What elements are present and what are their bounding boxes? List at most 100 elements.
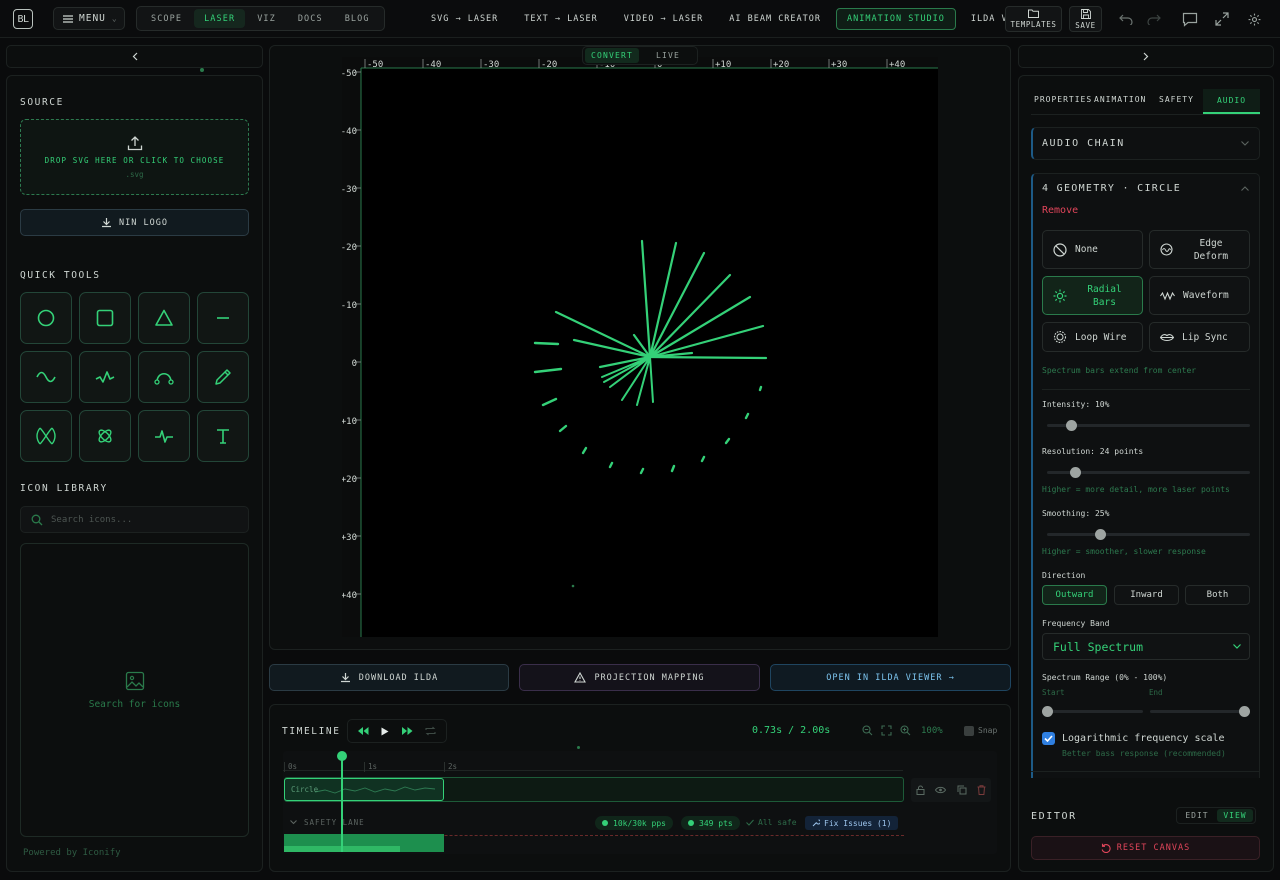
convert-live-toggle: CONVERT LIVE — [582, 46, 698, 65]
resolution-slider-knob[interactable] — [1070, 467, 1081, 478]
chat-icon[interactable] — [1181, 10, 1199, 28]
laser-preview-stage[interactable]: -50 -40 -30 -20 -10 0 +10 +20 +30 +40 -50 -40 -30 -2… — [342, 57, 938, 637]
right-collapse-button[interactable] — [1018, 45, 1274, 68]
tab-video-laser[interactable]: VIDEO → LASER — [613, 8, 715, 30]
range-end-knob[interactable] — [1239, 706, 1250, 717]
time-readout: 0.73s / 2.00s — [752, 725, 831, 736]
app-logo[interactable]: BL — [13, 9, 33, 29]
icon-search-input[interactable]: Search icons... — [20, 506, 249, 533]
direction-outward-button[interactable]: Outward — [1042, 585, 1107, 605]
resolution-slider[interactable] — [1047, 467, 1250, 478]
tab-blog[interactable]: BLOG — [335, 9, 380, 28]
projection-mapping-button[interactable]: PROJECTION MAPPING — [519, 664, 760, 691]
tab-audio[interactable]: AUDIO — [1203, 89, 1260, 114]
mode-none-button[interactable]: None — [1042, 230, 1143, 269]
smoothing-slider[interactable] — [1047, 529, 1250, 540]
wave-tool[interactable] — [20, 351, 72, 403]
loop-icon[interactable] — [425, 726, 436, 736]
range-start-slider[interactable] — [1042, 706, 1143, 717]
tab-docs[interactable]: DOCS — [288, 9, 333, 28]
direction-inward-button[interactable]: Inward — [1114, 585, 1179, 605]
trash-icon[interactable] — [977, 785, 986, 795]
ruler-tick-2: 2s — [444, 762, 457, 772]
zoom-out-icon[interactable] — [862, 725, 873, 736]
resize-handle-dot[interactable] — [577, 746, 580, 749]
pulse-tool[interactable] — [138, 410, 190, 462]
menu-button[interactable]: MENU ⌄ — [53, 7, 125, 30]
intensity-slider-knob[interactable] — [1066, 420, 1077, 431]
powered-by-iconify[interactable]: Powered by Iconify — [23, 848, 121, 858]
circle-tool[interactable] — [20, 292, 72, 344]
tab-ai-beam-creator[interactable]: AI BEAM CREATOR — [718, 8, 832, 30]
transport-controls — [347, 719, 447, 743]
svg-dropzone[interactable]: DROP SVG HERE OR CLICK TO CHOOSE .svg — [20, 119, 249, 195]
tab-animation[interactable]: ANIMATION — [1094, 95, 1146, 104]
triangle-tool[interactable] — [138, 292, 190, 344]
spirograph-tool[interactable] — [79, 410, 131, 462]
download-ilda-button[interactable]: DOWNLOAD ILDA — [269, 664, 509, 691]
square-tool[interactable] — [79, 292, 131, 344]
redo-icon[interactable] — [1145, 10, 1163, 28]
lissajous-tool[interactable] — [20, 410, 72, 462]
left-collapse-button[interactable] — [6, 45, 263, 68]
editor-mode-toggle: EDIT VIEW — [1176, 807, 1256, 824]
tab-safety[interactable]: SAFETY — [1159, 95, 1194, 104]
mode-edge-deform-button[interactable]: Edge Deform — [1149, 230, 1250, 269]
line-tool[interactable] — [197, 292, 249, 344]
tab-properties[interactable]: PROPERTIES — [1034, 95, 1092, 104]
log-scale-checkbox[interactable] — [1042, 732, 1055, 745]
save-button[interactable]: SAVE — [1069, 6, 1102, 32]
fit-view-icon[interactable] — [881, 725, 892, 736]
undo-icon[interactable] — [1117, 10, 1135, 28]
nin-logo-button[interactable]: NIN LOGO — [20, 209, 249, 236]
arc-tool[interactable] — [138, 351, 190, 403]
x-ruler-label: -50 — [367, 60, 383, 70]
duplicate-icon[interactable] — [957, 785, 967, 795]
zoom-in-icon[interactable] — [900, 725, 911, 736]
mode-waveform-button[interactable]: Waveform — [1149, 276, 1250, 315]
safety-lane-header[interactable]: SAFETY LANE — [290, 818, 365, 827]
range-start-knob[interactable] — [1042, 706, 1053, 717]
drag-handle-dot[interactable] — [200, 68, 204, 72]
playhead[interactable] — [341, 755, 343, 852]
tab-viz[interactable]: VIZ — [247, 9, 286, 28]
templates-label: TEMPLATES — [1010, 20, 1057, 29]
eye-icon[interactable] — [935, 786, 947, 794]
frequency-band-select[interactable]: Full Spectrum — [1042, 633, 1250, 660]
playhead-handle[interactable] — [337, 751, 347, 761]
fullscreen-icon[interactable] — [1213, 10, 1231, 28]
remove-link[interactable]: Remove — [1042, 205, 1078, 216]
tab-svg-laser[interactable]: SVG → LASER — [420, 8, 509, 30]
snap-checkbox[interactable] — [964, 726, 974, 736]
smoothing-slider-knob[interactable] — [1095, 529, 1106, 540]
mode-radial-bars-button[interactable]: Radial Bars — [1042, 276, 1143, 315]
gear-icon[interactable] — [1245, 10, 1263, 28]
play-icon[interactable] — [381, 727, 389, 736]
live-mode-button[interactable]: LIVE — [641, 48, 695, 63]
mode-loop-wire-button[interactable]: Loop Wire — [1042, 322, 1143, 352]
range-end-slider[interactable] — [1150, 706, 1250, 717]
lock-icon[interactable] — [916, 785, 925, 795]
tab-scope[interactable]: SCOPE — [141, 9, 192, 28]
intensity-slider[interactable] — [1047, 420, 1250, 431]
direction-both-button[interactable]: Both — [1185, 585, 1250, 605]
timeline-clip-circle[interactable]: Circle — [284, 778, 444, 801]
templates-button[interactable]: TEMPLATES — [1005, 6, 1062, 32]
convert-mode-button[interactable]: CONVERT — [585, 48, 639, 63]
chevron-up-icon[interactable] — [1241, 186, 1249, 191]
sun-icon — [1053, 289, 1067, 302]
fast-forward-icon[interactable] — [401, 727, 413, 735]
open-ilda-viewer-button[interactable]: OPEN IN ILDA VIEWER → — [770, 664, 1011, 691]
tab-text-laser[interactable]: TEXT → LASER — [513, 8, 608, 30]
zigzag-tool[interactable] — [79, 351, 131, 403]
mode-lip-sync-button[interactable]: Lip Sync — [1149, 322, 1250, 352]
fix-issues-button[interactable]: Fix Issues (1) — [805, 816, 899, 830]
text-tool[interactable] — [197, 410, 249, 462]
rewind-icon[interactable] — [358, 727, 369, 735]
editor-view-tab[interactable]: VIEW — [1217, 809, 1253, 822]
pencil-tool[interactable] — [197, 351, 249, 403]
editor-edit-tab[interactable]: EDIT — [1179, 809, 1215, 822]
tab-animation-studio[interactable]: ANIMATION STUDIO — [836, 8, 956, 30]
reset-canvas-button[interactable]: RESET CANVAS — [1031, 836, 1260, 860]
tab-laser[interactable]: LASER — [194, 9, 246, 28]
